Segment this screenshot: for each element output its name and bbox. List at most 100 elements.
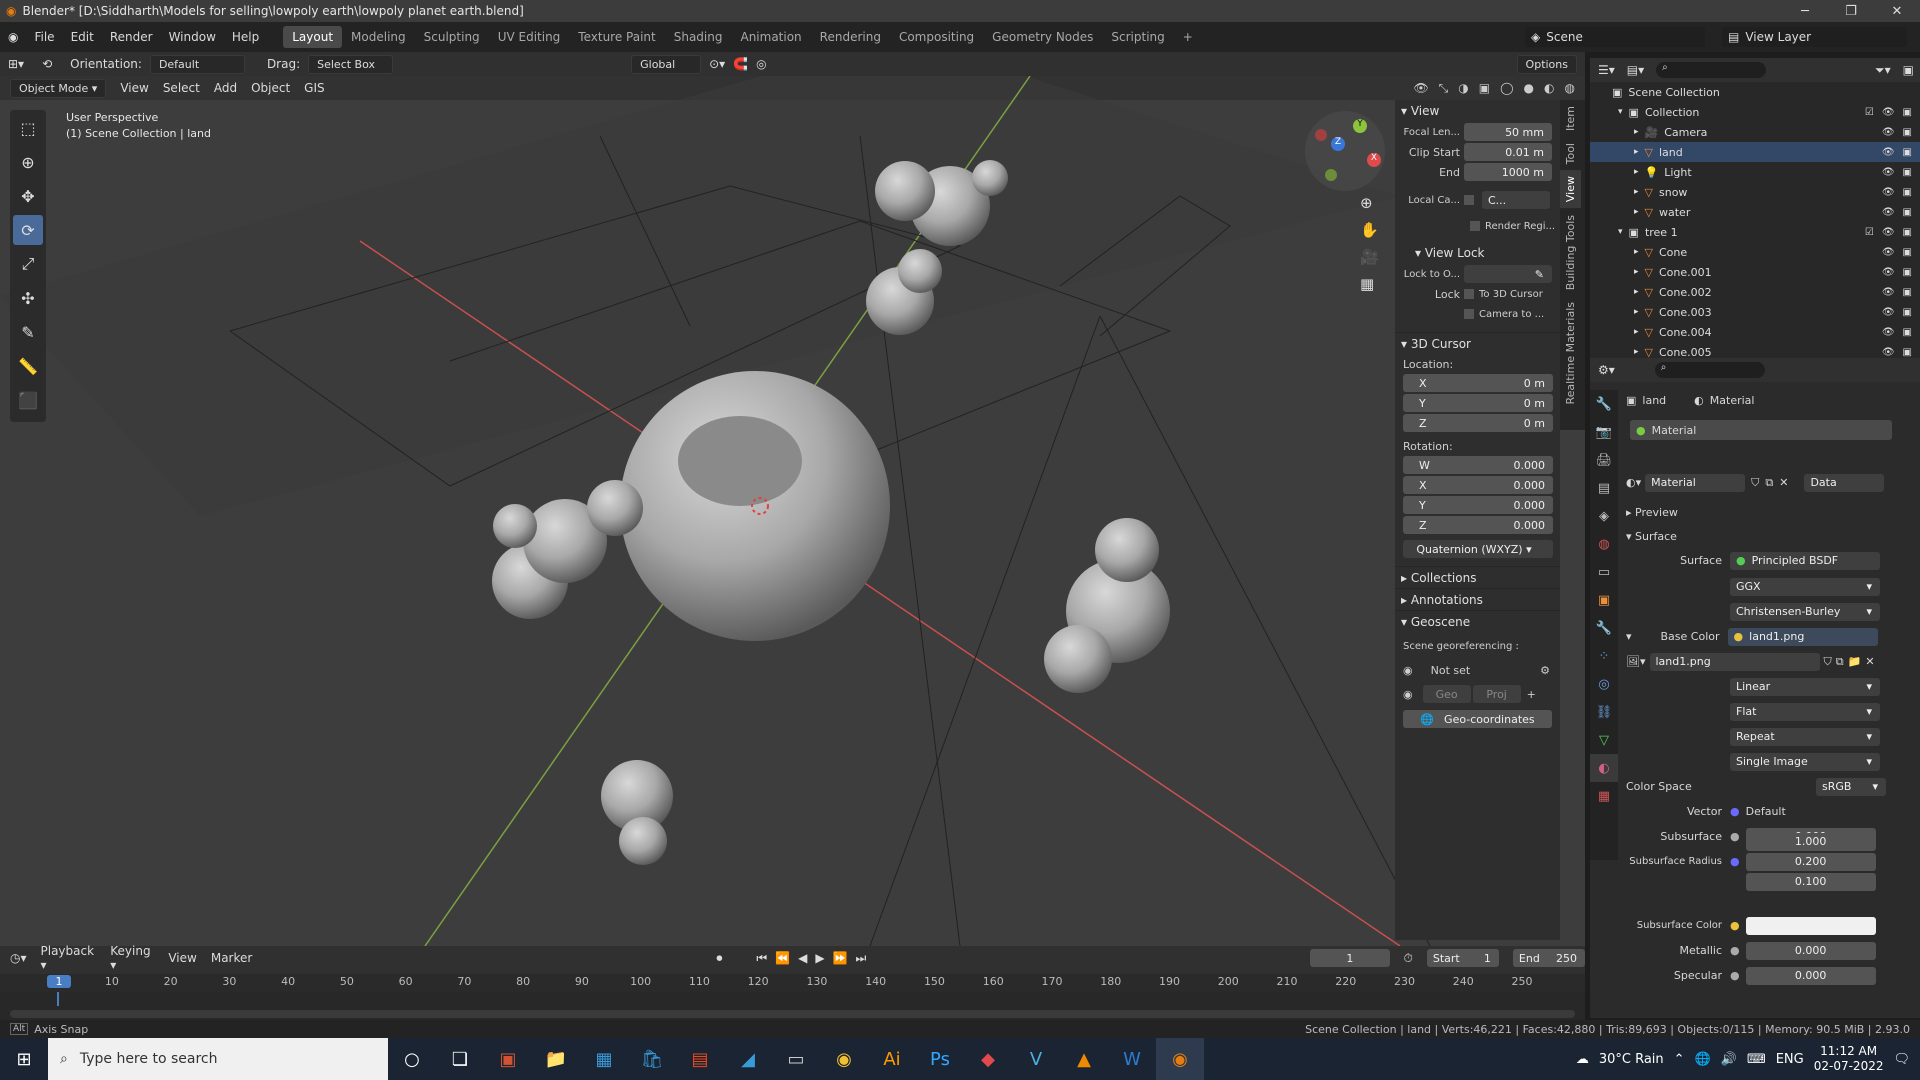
- render-camera-icon[interactable]: ▣: [1903, 327, 1912, 338]
- menu-window[interactable]: Window: [161, 30, 224, 44]
- timeline-scrollbar[interactable]: [10, 1010, 1575, 1018]
- collection-checkbox[interactable]: ☑: [1865, 107, 1874, 118]
- visibility-eye-icon[interactable]: 👁: [1882, 127, 1895, 138]
- constraints-props-icon[interactable]: ⛓: [1590, 698, 1618, 726]
- workspace-tab-sculpting[interactable]: Sculpting: [415, 26, 489, 48]
- extension-dropdown[interactable]: Repeat ▾: [1730, 727, 1880, 746]
- app-2-icon[interactable]: ▭: [772, 1038, 820, 1080]
- expand-arrow-icon[interactable]: ▸: [1634, 267, 1639, 277]
- expand-arrow-icon[interactable]: ▸: [1634, 207, 1639, 217]
- volume-icon[interactable]: 🔊: [1721, 1052, 1737, 1067]
- cursor-icon[interactable]: ⊕: [13, 147, 43, 177]
- outliner-row[interactable]: ▸ ▽ Cone 👁 ▣: [1590, 242, 1920, 262]
- outliner-row[interactable]: ▸ ▽ land 👁 ▣: [1590, 142, 1920, 162]
- workspace-tab-scripting[interactable]: Scripting: [1102, 26, 1173, 48]
- preview-section[interactable]: ▸ Preview: [1626, 500, 1678, 525]
- file-explorer-icon[interactable]: 📁: [532, 1038, 580, 1080]
- blender-menu-icon[interactable]: ◉: [0, 30, 26, 44]
- properties-editor-icon[interactable]: ⚙▾: [1598, 363, 1615, 377]
- annotations-header[interactable]: ▸ Annotations: [1395, 588, 1560, 610]
- keyboard-icon[interactable]: ⌨: [1747, 1052, 1766, 1067]
- scene-selector[interactable]: ◈ Scene: [1525, 27, 1705, 47]
- new-collection-icon[interactable]: ▣: [1903, 63, 1914, 77]
- store-icon[interactable]: 🛍: [628, 1038, 676, 1080]
- outliner-row[interactable]: ▾ ▣ tree 1 ☑ 👁 ▣: [1590, 222, 1920, 242]
- tab-realtime-materials[interactable]: Realtime Materials: [1560, 296, 1581, 410]
- prev-key-icon[interactable]: ⏪: [775, 951, 790, 966]
- word-icon[interactable]: W: [1108, 1038, 1156, 1080]
- local-camera-checkbox[interactable]: [1464, 195, 1474, 205]
- unlink-material-icon[interactable]: ✕: [1779, 476, 1788, 489]
- outliner-editor-icon[interactable]: ☰▾: [1598, 63, 1615, 77]
- material-props-icon[interactable]: ◐: [1590, 754, 1618, 782]
- timeline-menu-keying[interactable]: Keying ▾: [110, 944, 154, 972]
- illustrator-icon[interactable]: Ai: [868, 1038, 916, 1080]
- app-3-icon[interactable]: ◆: [964, 1038, 1012, 1080]
- image-open-icon[interactable]: 📁: [1848, 655, 1862, 668]
- tray-chevron-icon[interactable]: ⌃: [1674, 1052, 1685, 1067]
- outliner-row[interactable]: ▸ ▽ Cone.002 👁 ▣: [1590, 282, 1920, 302]
- material-name-field[interactable]: Material: [1645, 473, 1746, 492]
- visibility-eye-icon[interactable]: 👁: [1882, 207, 1895, 218]
- clock[interactable]: 11:12 AM 02-07-2022: [1814, 1044, 1884, 1074]
- render-camera-icon[interactable]: ▣: [1903, 147, 1912, 158]
- auto-key-icon[interactable]: ⏺: [716, 951, 722, 966]
- projection-dropdown[interactable]: Flat ▾: [1730, 702, 1880, 721]
- select-box-icon[interactable]: ⬚: [13, 113, 43, 143]
- color-space-dropdown[interactable]: sRGB ▾: [1816, 777, 1886, 796]
- axis-x-icon[interactable]: X: [1367, 153, 1381, 167]
- expand-arrow-icon[interactable]: ▸: [1634, 187, 1639, 197]
- options-dropdown[interactable]: Options: [1516, 54, 1577, 74]
- blender-taskbar-icon[interactable]: ◉: [1156, 1038, 1204, 1080]
- geoscene-settings-icon[interactable]: ⚙: [1540, 664, 1550, 677]
- collection-checkbox[interactable]: ☑: [1865, 227, 1874, 238]
- proj-button[interactable]: Proj: [1472, 685, 1521, 703]
- workspace-tab-animation[interactable]: Animation: [731, 26, 810, 48]
- render-camera-icon[interactable]: ▣: [1903, 227, 1912, 238]
- render-camera-icon[interactable]: ▣: [1903, 347, 1912, 358]
- interpolation-dropdown[interactable]: Linear ▾: [1730, 677, 1880, 696]
- timeline-editor-icon[interactable]: ◷▾: [10, 951, 27, 965]
- particles-props-icon[interactable]: ⁘: [1590, 642, 1618, 670]
- lock-cursor-checkbox[interactable]: [1464, 289, 1474, 299]
- grid-view-icon[interactable]: ▦: [1360, 275, 1379, 293]
- zoom-icon[interactable]: ⊕: [1360, 194, 1379, 212]
- menu-help[interactable]: Help: [224, 30, 267, 44]
- rotate-icon[interactable]: ⟳: [13, 215, 43, 245]
- snap-icon[interactable]: 🧲: [733, 57, 748, 71]
- render-camera-icon[interactable]: ▣: [1903, 107, 1912, 118]
- cursor-loc-z-field[interactable]: Z 0 m: [1403, 414, 1553, 432]
- visibility-eye-icon[interactable]: 👁: [1882, 227, 1895, 238]
- transform-orientation-dropdown[interactable]: Global: [631, 54, 702, 74]
- end-frame-field[interactable]: End 250: [1512, 949, 1585, 967]
- powerpoint-icon[interactable]: ▣: [484, 1038, 532, 1080]
- workspace-tab-texture-paint[interactable]: Texture Paint: [569, 26, 664, 48]
- expand-arrow-icon[interactable]: ▸: [1634, 307, 1639, 317]
- ss-radius-x-field[interactable]: 1.000: [1745, 832, 1876, 851]
- windows-start-icon[interactable]: ⊞: [0, 1038, 48, 1080]
- render-props-icon[interactable]: 📷: [1590, 418, 1618, 446]
- outliner-row[interactable]: ▸ ▽ Cone.003 👁 ▣: [1590, 302, 1920, 322]
- sss-method-dropdown[interactable]: Christensen-Burley ▾: [1730, 602, 1880, 621]
- photos-icon[interactable]: ▦: [580, 1038, 628, 1080]
- view-layer-selector[interactable]: ▤ View Layer: [1722, 27, 1907, 47]
- lock-to-object-field[interactable]: ✎: [1464, 265, 1552, 283]
- network-icon[interactable]: 🌐: [1695, 1052, 1711, 1067]
- scale-icon[interactable]: ⤢: [13, 249, 43, 279]
- menu-file[interactable]: File: [26, 30, 62, 44]
- surface-section[interactable]: ▾ Surface: [1626, 524, 1677, 549]
- collection-props-icon[interactable]: ▭: [1590, 558, 1618, 586]
- pivot-icon[interactable]: ⊙▾: [709, 57, 725, 71]
- transform-icon[interactable]: ✣: [13, 283, 43, 313]
- cursor-rot-w-field[interactable]: W 0.000: [1403, 456, 1553, 474]
- filter-icon[interactable]: ⏷▾: [1875, 63, 1891, 78]
- render-camera-icon[interactable]: ▣: [1903, 287, 1912, 298]
- pan-hand-icon[interactable]: ✋: [1360, 221, 1379, 239]
- cursor-rot-y-field[interactable]: Y 0.000: [1403, 496, 1553, 514]
- specular-field[interactable]: 0.000: [1745, 966, 1876, 985]
- geo-coordinates-button[interactable]: 🌐 Geo-coordinates: [1403, 710, 1552, 728]
- office-icon[interactable]: ▤: [676, 1038, 724, 1080]
- workspace-tab-layout[interactable]: Layout: [283, 26, 343, 48]
- cursor-rot-z-field[interactable]: Z 0.000: [1403, 516, 1553, 534]
- outliner-scene-collection[interactable]: ▣ Scene Collection: [1590, 82, 1920, 102]
